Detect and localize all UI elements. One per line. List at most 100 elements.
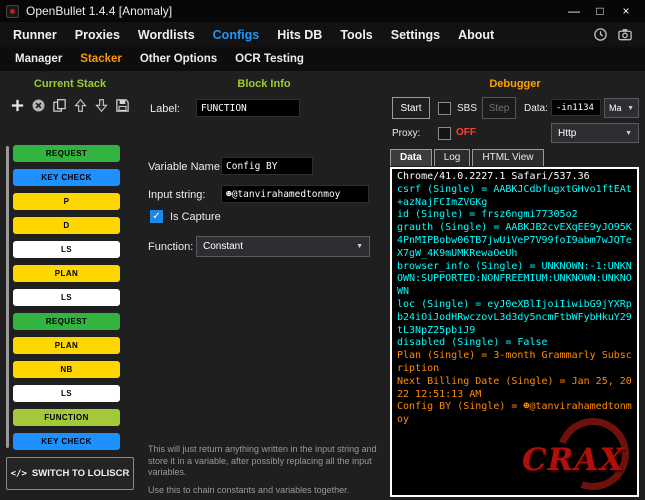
menu-item-runner[interactable]: Runner <box>4 28 66 42</box>
submenu-item-manager[interactable]: Manager <box>6 53 71 65</box>
remove-block-icon[interactable] <box>30 95 47 115</box>
proxy-type-select[interactable]: Http ▼ <box>551 123 639 143</box>
stack-block-plan[interactable]: PLAN <box>13 265 120 282</box>
stack-block-p[interactable]: P <box>13 193 120 210</box>
stack-block-d[interactable]: D <box>13 217 120 234</box>
submenu-item-ocr-testing[interactable]: OCR Testing <box>226 53 313 65</box>
debug-line: Plan (Single) = 3-month Grammarly Subscr… <box>397 350 632 376</box>
debug-line: loc (Single) = eyJ0eXBlIjoiIiwibG9jYXRpb… <box>397 299 632 337</box>
move-up-icon[interactable] <box>72 95 89 115</box>
debugger-tabs: DataLogHTML View <box>390 149 546 166</box>
proxy-status: OFF <box>456 127 476 138</box>
is-capture-checkbox[interactable]: ✓ <box>150 210 163 223</box>
close-button[interactable]: × <box>613 0 639 22</box>
main-menu-bar: RunnerProxiesWordlistsConfigsHits DBTool… <box>0 22 645 47</box>
is-capture-label: Is Capture <box>170 211 221 223</box>
debug-line: grauth (Single) = AABKJB2cvEXqEE9yJO95K4… <box>397 222 632 260</box>
switch-button-label: SWITCH TO LOLISCR <box>32 468 129 479</box>
wordlist-type-value: Ma <box>609 103 622 113</box>
debug-data-input[interactable] <box>551 99 601 116</box>
add-block-icon[interactable] <box>9 95 26 115</box>
stack-block-ls[interactable]: LS <box>13 289 120 306</box>
tab-log[interactable]: Log <box>434 149 471 166</box>
menu-item-configs[interactable]: Configs <box>204 28 269 42</box>
maximize-button[interactable]: □ <box>587 0 613 22</box>
step-button[interactable]: Step <box>482 97 516 119</box>
menu-item-about[interactable]: About <box>449 28 503 42</box>
menu-icons <box>593 27 641 42</box>
stack-toolbar <box>9 95 135 115</box>
chevron-down-icon: ▼ <box>627 105 634 112</box>
function-description-text-1: This will just return anything written i… <box>148 444 386 479</box>
sbs-checkbox[interactable] <box>438 102 451 115</box>
stack-block-function[interactable]: FUNCTION <box>13 409 120 426</box>
tab-html-view[interactable]: HTML View <box>472 149 543 166</box>
clone-block-icon[interactable] <box>51 95 68 115</box>
menu-items: RunnerProxiesWordlistsConfigsHits DBTool… <box>4 28 503 42</box>
stack-scrollbar[interactable] <box>6 146 9 448</box>
function-description: This will just return anything written i… <box>148 444 386 500</box>
debug-line: Next Billing Date (Single) = Jan 25, 202… <box>397 376 632 402</box>
tab-data[interactable]: Data <box>390 149 432 166</box>
debug-line: id (Single) = frsz6ngmi77305o2 <box>397 209 632 222</box>
stack-block-ls[interactable]: LS <box>13 241 120 258</box>
title-bar: OpenBullet 1.4.4 [Anomaly] — □ × <box>0 0 645 22</box>
debug-line: Config BY (Single) = ☻@tanvirahamedtonmo… <box>397 401 632 427</box>
label-input[interactable] <box>196 99 300 117</box>
stack-block-key-check[interactable]: KEY CHECK <box>13 433 120 450</box>
move-down-icon[interactable] <box>93 95 110 115</box>
variable-name-input[interactable] <box>221 157 313 175</box>
block-info-header: Block Info <box>140 78 388 90</box>
save-stack-icon[interactable] <box>114 95 131 115</box>
configs-sub-menu: ManagerStackerOther OptionsOCR Testing <box>0 47 645 71</box>
data-label: Data: <box>524 103 548 114</box>
function-select-value: Constant <box>203 241 243 252</box>
code-icon: </> <box>11 469 27 479</box>
wordlist-type-select[interactable]: Ma ▼ <box>604 98 639 118</box>
submenu-items: ManagerStackerOther OptionsOCR Testing <box>6 53 313 65</box>
variable-name-caption: Variable Name: <box>148 161 223 173</box>
debug-line: browser_info (Single) = UNKNOWN:-1:UNKNO… <box>397 261 632 299</box>
input-string-input[interactable] <box>221 185 369 203</box>
stack-block-nb[interactable]: NB <box>13 361 120 378</box>
debug-line: disabled (Single) = False <box>397 337 632 350</box>
debug-line: csrf (Single) = AABKJCdbfugxtGHvo1ftEAt+… <box>397 184 632 210</box>
proxy-label: Proxy: <box>392 128 420 139</box>
camera-icon[interactable] <box>617 27 633 42</box>
current-stack-header: Current Stack <box>6 78 134 90</box>
debugger-output[interactable]: Chrome/41.0.2227.1 Safari/537.36csrf (Si… <box>390 167 639 497</box>
menu-item-wordlists[interactable]: Wordlists <box>129 28 204 42</box>
menu-item-hits-db[interactable]: Hits DB <box>268 28 331 42</box>
switch-to-loliscript-button[interactable]: </> SWITCH TO LOLISCR <box>6 457 134 490</box>
stack-block-plan[interactable]: PLAN <box>13 337 120 354</box>
openbullet-window: OpenBullet 1.4.4 [Anomaly] — □ × RunnerP… <box>0 0 645 500</box>
proxy-checkbox[interactable] <box>438 127 451 140</box>
stack-block-request[interactable]: REQUEST <box>13 145 120 162</box>
app-icon <box>6 5 19 18</box>
window-controls: — □ × <box>561 0 639 22</box>
function-select[interactable]: Constant ▼ <box>196 236 370 257</box>
window-title: OpenBullet 1.4.4 [Anomaly] <box>26 4 172 18</box>
check-icon: ✓ <box>152 212 160 222</box>
history-icon[interactable] <box>593 27 608 42</box>
minimize-button[interactable]: — <box>561 0 587 22</box>
stack-block-key-check[interactable]: KEY CHECK <box>13 169 120 186</box>
chevron-down-icon: ▼ <box>625 130 632 137</box>
is-capture-row: ✓ Is Capture <box>150 210 221 223</box>
function-caption: Function: <box>148 241 193 253</box>
input-string-caption: Input string: <box>148 189 205 201</box>
menu-item-proxies[interactable]: Proxies <box>66 28 129 42</box>
start-button[interactable]: Start <box>392 97 430 119</box>
menu-item-settings[interactable]: Settings <box>382 28 449 42</box>
menu-item-tools[interactable]: Tools <box>331 28 381 42</box>
stack-list: REQUEST KEY CHECK PD LS PLAN LS REQUEST PLAN NB L… <box>13 145 120 457</box>
function-description-text-2: Use this to chain constants and variable… <box>148 485 386 497</box>
stack-block-request[interactable]: REQUEST <box>13 313 120 330</box>
stack-block-ls[interactable]: LS <box>13 385 120 402</box>
proxy-type-value: Http <box>558 128 576 139</box>
submenu-item-stacker[interactable]: Stacker <box>71 53 131 65</box>
submenu-item-other-options[interactable]: Other Options <box>131 53 226 65</box>
sbs-label: SBS <box>457 103 477 114</box>
debug-line: Chrome/41.0.2227.1 Safari/537.36 <box>397 171 632 184</box>
label-caption: Label: <box>150 103 180 115</box>
